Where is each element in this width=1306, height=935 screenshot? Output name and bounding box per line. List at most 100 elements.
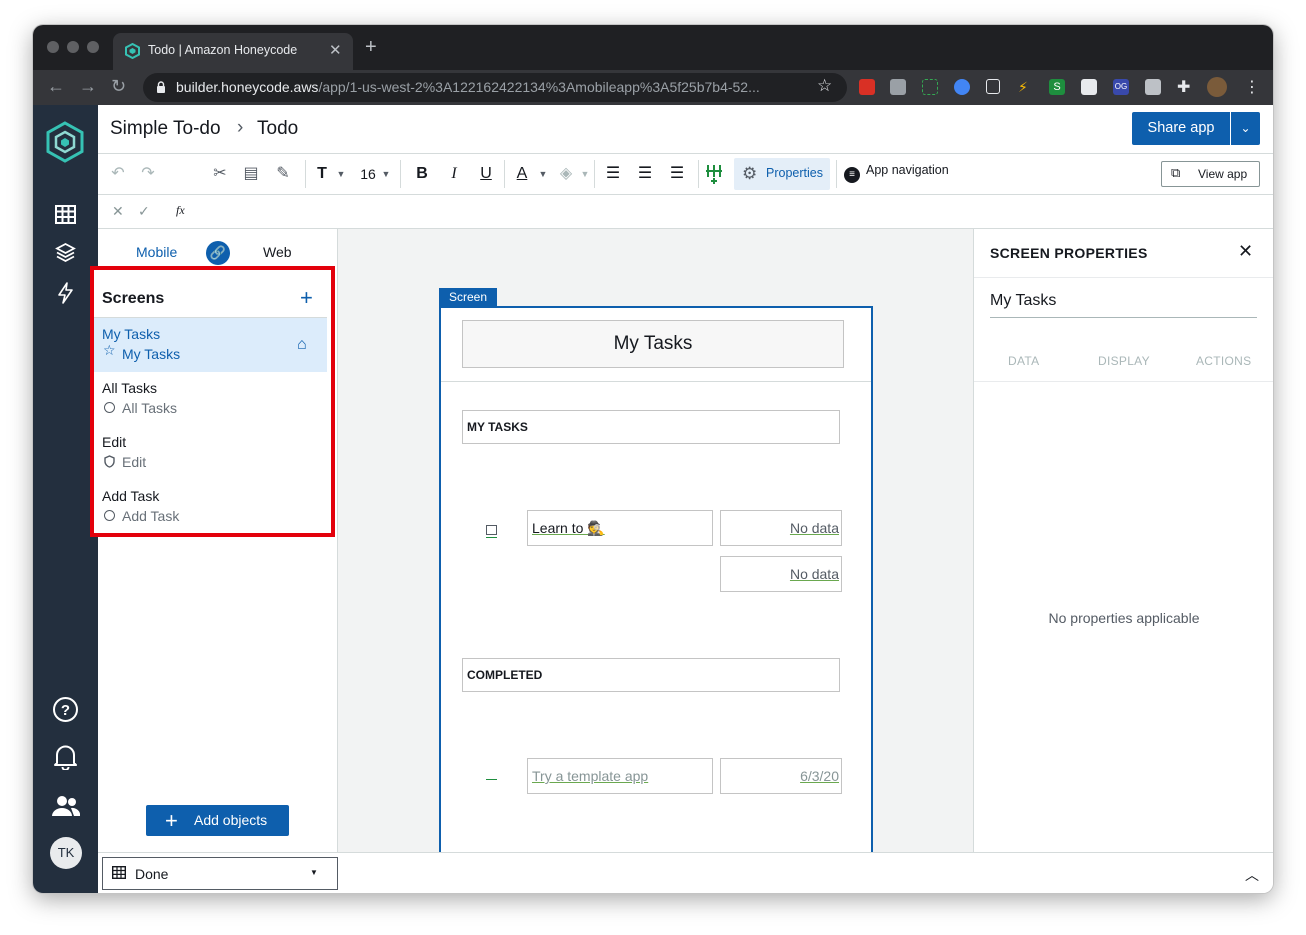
tab-mobile[interactable]: Mobile: [136, 244, 177, 260]
completed-indicator[interactable]: [486, 779, 497, 780]
help-icon[interactable]: ?: [52, 696, 79, 723]
paste-icon[interactable]: ▤: [241, 163, 261, 185]
task-name-cell[interactable]: Learn to 🕵: [527, 510, 713, 546]
share-app-button[interactable]: Share app: [1132, 112, 1230, 145]
extension-blue-icon[interactable]: [954, 79, 970, 95]
formula-cancel-icon[interactable]: ✕: [112, 203, 124, 220]
table-icon: [112, 866, 126, 879]
toolbar-separator: [305, 160, 306, 188]
browser-tab[interactable]: Todo | Amazon Honeycode ✕: [113, 33, 353, 70]
window-close-light[interactable]: [47, 41, 59, 53]
task-value-cell[interactable]: No data: [720, 556, 842, 592]
font-color-icon[interactable]: A: [512, 163, 532, 185]
extension-s-icon[interactable]: S: [1049, 79, 1065, 95]
forward-icon[interactable]: →: [79, 76, 97, 97]
tab-web[interactable]: Web: [263, 244, 292, 260]
completed-date-cell[interactable]: 6/3/20: [720, 758, 842, 794]
extension-clipboard-icon[interactable]: [986, 79, 1000, 94]
screen-item-add-task[interactable]: Add Task Add Task: [94, 480, 327, 534]
view-app-label: View app: [1198, 167, 1248, 181]
team-users-icon[interactable]: [51, 795, 80, 817]
window-zoom-light[interactable]: [87, 41, 99, 53]
builder-layers-icon[interactable]: [55, 242, 76, 263]
screen-item-edit[interactable]: Edit Edit: [94, 426, 327, 480]
share-dropdown-icon[interactable]: ⌄: [1231, 112, 1260, 145]
undo-icon[interactable]: ↶: [108, 163, 128, 185]
tab-data[interactable]: DATA: [1008, 354, 1039, 368]
redo-icon[interactable]: ↷: [138, 163, 158, 185]
font-color-caret-icon[interactable]: ▼: [538, 163, 548, 185]
app-navigation-button[interactable]: ≡ App navigation: [844, 163, 949, 183]
tab-display[interactable]: DISPLAY: [1098, 354, 1150, 368]
extensions-puzzle-icon[interactable]: ✚: [1177, 77, 1190, 97]
browser-menu-icon[interactable]: ⋮: [1244, 77, 1260, 97]
empty-properties-message: No properties applicable: [1048, 610, 1200, 626]
profile-avatar[interactable]: [1207, 77, 1227, 97]
extension-og-icon[interactable]: OG: [1113, 79, 1129, 95]
screen-title-block[interactable]: My Tasks: [462, 320, 844, 368]
notifications-bell-icon[interactable]: [53, 743, 78, 770]
user-avatar[interactable]: TK: [50, 837, 82, 869]
reload-icon[interactable]: ↻: [111, 76, 126, 97]
extension-window-icon[interactable]: [1081, 79, 1097, 95]
add-objects-button[interactable]: + Add objects: [146, 805, 289, 836]
extension-lock-icon[interactable]: [859, 79, 875, 95]
expand-panel-icon[interactable]: ︿: [1245, 865, 1259, 885]
screen-item-my-tasks[interactable]: My Tasks ☆ My Tasks ⌂: [94, 318, 327, 372]
section-label: COMPLETED: [467, 668, 543, 682]
url-text: builder.honeycode.aws/app/1-us-west-2%3A…: [176, 79, 760, 95]
screen-name-field[interactable]: My Tasks: [990, 292, 1056, 310]
add-screen-icon[interactable]: +: [300, 285, 313, 311]
align-center-icon[interactable]: ☰: [634, 163, 656, 185]
table-select-value: Done: [135, 866, 169, 882]
new-tab-icon[interactable]: +: [365, 37, 377, 57]
italic-icon[interactable]: I: [444, 163, 464, 185]
extension-copy-icon[interactable]: [890, 79, 906, 95]
screen-item-sub: Edit: [122, 454, 147, 470]
bottom-bar: Done ▼ ︿: [98, 852, 1273, 893]
font-size-caret-icon[interactable]: ▼: [381, 163, 391, 185]
completed-task-cell[interactable]: Try a template app: [527, 758, 713, 794]
breadcrumb-app[interactable]: Simple To-do: [110, 118, 221, 140]
insert-column-icon[interactable]: [705, 164, 723, 184]
automations-bolt-icon[interactable]: [57, 282, 74, 304]
properties-button[interactable]: ⚙ Properties: [734, 158, 830, 190]
section-header-completed[interactable]: COMPLETED: [462, 658, 840, 692]
tab-actions[interactable]: ACTIONS: [1196, 354, 1251, 368]
task-checkbox[interactable]: [486, 525, 497, 535]
table-select[interactable]: Done ▼: [102, 857, 338, 890]
cut-icon[interactable]: ✂: [210, 163, 230, 185]
align-left-icon[interactable]: ☰: [602, 163, 624, 185]
bookmark-star-icon[interactable]: ☆: [817, 76, 832, 96]
divider: [974, 277, 1273, 278]
formula-confirm-icon[interactable]: ✓: [138, 203, 150, 220]
link-toggle-icon[interactable]: 🔗: [206, 241, 230, 265]
font-size-select[interactable]: 16: [357, 163, 379, 185]
text-style-icon[interactable]: T: [312, 163, 332, 185]
view-app-button[interactable]: ⧉ View app: [1161, 161, 1260, 187]
align-right-icon[interactable]: ☰: [666, 163, 688, 185]
screen-item-sub: My Tasks: [122, 346, 181, 362]
screen-preview[interactable]: My Tasks MY TASKS Learn to 🕵 No data No …: [439, 306, 873, 868]
task-value-cell[interactable]: No data: [720, 510, 842, 546]
back-icon[interactable]: ←: [47, 76, 65, 97]
extension-lightning-icon[interactable]: ⚡: [1018, 79, 1034, 95]
fill-color-icon[interactable]: ◈: [556, 163, 576, 185]
honeycode-logo-icon[interactable]: [46, 121, 84, 163]
task-value-text: No data: [789, 566, 839, 582]
format-painter-icon[interactable]: ✎: [273, 163, 293, 185]
window-minimize-light[interactable]: [67, 41, 79, 53]
extension-screenshot-icon[interactable]: [922, 79, 938, 95]
bold-icon[interactable]: B: [412, 163, 432, 185]
close-icon[interactable]: ✕: [1238, 241, 1253, 262]
underline-icon[interactable]: U: [476, 163, 496, 185]
tables-icon[interactable]: [55, 205, 76, 224]
extension-mail-icon[interactable]: [1145, 79, 1161, 95]
screen-item-all-tasks[interactable]: All Tasks All Tasks: [94, 372, 327, 426]
tab-close-icon[interactable]: ✕: [329, 41, 342, 59]
fill-color-caret-icon[interactable]: ▼: [580, 163, 590, 185]
section-header-my-tasks[interactable]: MY TASKS: [462, 410, 840, 444]
address-bar[interactable]: builder.honeycode.aws/app/1-us-west-2%3A…: [143, 73, 847, 102]
formula-input[interactable]: [198, 199, 1258, 223]
text-style-caret-icon[interactable]: ▼: [336, 163, 346, 185]
